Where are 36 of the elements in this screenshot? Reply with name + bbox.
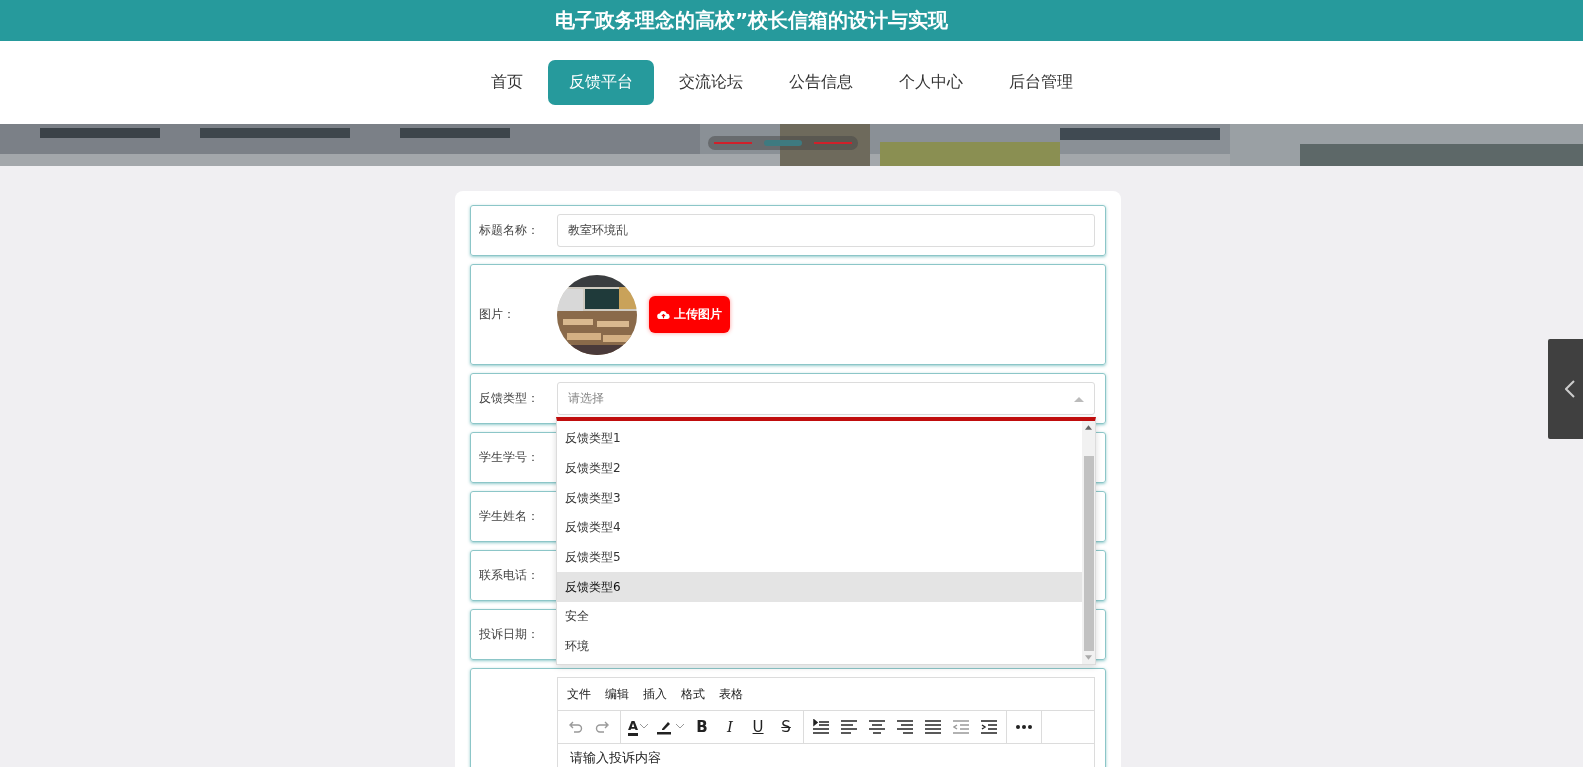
scrollbar[interactable] xyxy=(1082,421,1095,664)
select-field[interactable]: 请选择 xyxy=(557,382,1095,415)
upload-button[interactable]: 上传图片 xyxy=(649,296,730,333)
dropdown-option[interactable]: 反馈类型3 xyxy=(557,483,1082,514)
dropdown-option[interactable]: 反馈类型1 xyxy=(557,424,1082,454)
caret-icon xyxy=(1074,395,1084,402)
editor-menu-item[interactable]: 编辑 xyxy=(605,685,629,703)
editor-menu-item[interactable]: 文件 xyxy=(567,685,591,703)
input-field[interactable]: 教室环境乱 xyxy=(557,214,1095,247)
cloud-upload-icon xyxy=(657,309,670,320)
field-label: 标题名称： xyxy=(479,223,539,237)
field-label: 学生学号： xyxy=(479,450,539,464)
editor-menu-item[interactable]: 表格 xyxy=(719,685,743,703)
nav-tab[interactable]: 个人中心 xyxy=(877,60,984,105)
nav-tab[interactable]: 交流论坛 xyxy=(657,60,764,105)
field-label: 投诉日期： xyxy=(479,627,539,641)
side-panel-toggle[interactable] xyxy=(1548,339,1583,439)
dropdown-option[interactable]: 反馈类型5 xyxy=(557,542,1082,573)
nav-tab[interactable]: 后台管理 xyxy=(987,60,1094,105)
chevron-left-icon xyxy=(1565,380,1575,398)
field-label: 联系电话： xyxy=(479,568,539,582)
field-label: 反馈类型： xyxy=(479,391,539,405)
field-label: 图片： xyxy=(479,307,515,321)
text-input-area[interactable]: 请输入投诉内容 xyxy=(558,744,1094,767)
editor-menu-item[interactable]: 格式 xyxy=(681,685,705,703)
nav-tab[interactable]: 公告信息 xyxy=(767,60,874,105)
dropdown-option[interactable]: 反馈类型2 xyxy=(557,453,1082,484)
dropdown-option[interactable]: 安全 xyxy=(557,602,1082,632)
dropdown-option[interactable]: 反馈类型6 xyxy=(557,572,1082,603)
scroll-up-arrow-icon[interactable] xyxy=(1085,425,1092,430)
field-label: 学生姓名： xyxy=(479,509,539,523)
site-title: 电子政务理念的高校”校长信箱的设计与实现 xyxy=(554,7,949,34)
dropdown-option[interactable]: 反馈类型4 xyxy=(557,513,1082,543)
dropdown-option[interactable]: 环境 xyxy=(557,631,1082,662)
editor-menu-item[interactable]: 插入 xyxy=(643,685,667,703)
nav-tab[interactable]: 首页 xyxy=(469,60,544,105)
